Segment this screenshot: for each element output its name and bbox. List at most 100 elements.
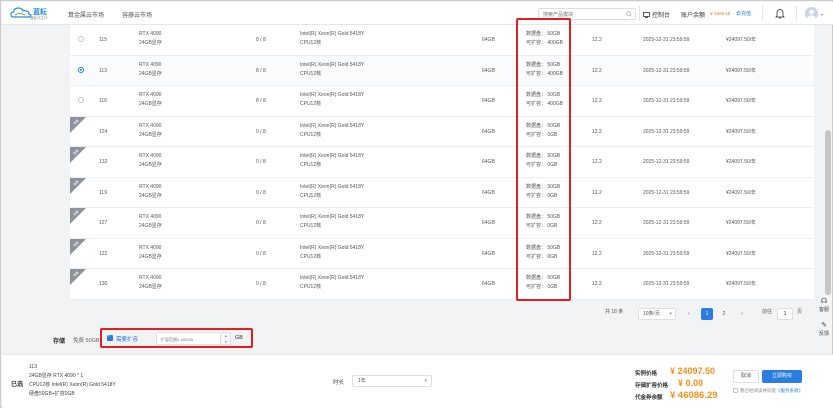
- row-radio[interactable]: [78, 97, 84, 103]
- expire-time: 2025-12-31 23:59:59: [643, 189, 690, 196]
- price: ¥24097.50/年: [726, 159, 757, 165]
- soldout-ribbon: 售罄: [70, 147, 86, 163]
- availability: 0 / 8: [256, 159, 266, 165]
- search-box[interactable]: [538, 8, 636, 20]
- nav-bare-metal[interactable]: 算金属云市场: [68, 10, 104, 19]
- feedback-label: 反馈: [818, 331, 829, 337]
- expire-time: 2025-12-31 23:59:59: [643, 128, 690, 135]
- price: ¥24097.50/年: [726, 37, 757, 43]
- storage-label: 存储: [53, 339, 66, 345]
- row-radio[interactable]: [78, 36, 84, 42]
- availability: 0 / 8: [256, 128, 266, 135]
- page-1-button[interactable]: 1: [701, 308, 713, 320]
- data-disk: 数据盘： 50GB: [526, 244, 561, 251]
- help-button[interactable]: ☊ 客服: [815, 297, 833, 313]
- selected-label: 已选: [11, 382, 24, 388]
- gpu-model: RTX 4090: [139, 122, 162, 129]
- gpu-memory: 24GB显存: [139, 192, 162, 199]
- stepper-down-icon[interactable]: ▼: [222, 339, 230, 345]
- cpu-model: Intel(R) Xeon(R) Gold 5418Y: [300, 183, 365, 190]
- agree-checkbox[interactable]: [733, 388, 738, 394]
- console-link[interactable]: 控制台: [643, 10, 670, 19]
- avatar[interactable]: [805, 7, 818, 20]
- gpu-memory: 24GB显存: [139, 101, 162, 107]
- gpu-model: RTX 4090: [139, 275, 162, 281]
- soldout-tag: 售罄: [72, 178, 80, 187]
- logo[interactable]: 蓝耘 蓝耘元生代: [10, 5, 54, 23]
- table-row[interactable]: 116 RTX 4090 24GB显存 8 / 8 Intel(R) Xeon(R) G…: [70, 86, 814, 117]
- next-page-button[interactable]: ›: [736, 308, 748, 320]
- storage-price-value: ¥ 0.00: [678, 378, 704, 388]
- expandable-disk: 可扩容： 0GB: [526, 253, 558, 260]
- instance-price-label: 实例价格: [635, 371, 658, 377]
- data-disk: 数据盘： 50GB: [526, 61, 561, 68]
- help-label: 客服: [818, 307, 829, 313]
- soldout-tag: 售罄: [72, 117, 80, 126]
- availability: 8 / 8: [256, 98, 266, 104]
- expire-time: 2025-12-31 23:59:59: [643, 281, 690, 287]
- row-id: 115: [99, 37, 107, 43]
- gpu-model: RTX 4090: [139, 183, 162, 190]
- user-avatar-icon: [807, 9, 816, 20]
- expire-time: 2025-12-31 23:59:59: [643, 37, 690, 43]
- gpu-memory: 24GB显存: [139, 223, 162, 229]
- bell-icon[interactable]: [775, 8, 785, 19]
- table-row: 售罄 124 RTX 4090 24GB显存 0 / 8 Intel(R) Xeon(R)…: [70, 116, 814, 147]
- nav-container[interactable]: 容器云市场: [122, 10, 152, 19]
- row-id: 113: [99, 67, 107, 74]
- memory-size: 64GB: [482, 250, 495, 257]
- jump-label: 前往: [762, 309, 773, 315]
- side-tools: ☊ 客服 ✎ 反馈: [815, 297, 833, 345]
- gpu-memory: 24GB显存: [139, 40, 162, 46]
- price: ¥24097.50/年: [726, 250, 757, 257]
- availability: 0 / 8: [256, 220, 266, 226]
- expandable-disk: 可扩容： 0GB: [526, 223, 558, 229]
- buy-now-button[interactable]: 立即购买: [762, 370, 802, 383]
- data-disk: 数据盘： 50GB: [526, 275, 561, 281]
- row-radio[interactable]: [78, 66, 84, 73]
- search-input[interactable]: [543, 10, 623, 19]
- chevron-down-icon[interactable]: ▾: [821, 12, 823, 17]
- duration-select[interactable]: 1年: [352, 375, 432, 387]
- cpu-cores: CPU12核: [300, 131, 322, 138]
- expand-checkbox[interactable]: [107, 333, 113, 341]
- cuda-version: 12.2: [592, 189, 602, 196]
- cuda-version: 12.2: [592, 37, 602, 43]
- cuda-version: 12.2: [592, 220, 602, 226]
- instance-table: 115 RTX 4090 24GB显存 8 / 8 Intel(R) Xeon(R) G…: [70, 25, 814, 300]
- soldout-tag: 售罄: [72, 239, 80, 248]
- storage-price-label: 存储扩容价格: [635, 383, 669, 389]
- table-row[interactable]: 115 RTX 4090 24GB显存 8 / 8 Intel(R) Xeon(R) G…: [70, 25, 814, 56]
- page-size-select[interactable]: 10条/页: [638, 308, 676, 320]
- selected-line: CPU12核 Intel(R) Xeon(R) Gold 5418Y: [29, 382, 116, 388]
- page-2-button[interactable]: 2: [718, 308, 730, 320]
- memory-size: 64GB: [482, 128, 495, 135]
- expand-size-input[interactable]: [161, 335, 217, 343]
- memory-size: 64GB: [482, 189, 495, 196]
- jump-page-input[interactable]: 1: [777, 308, 793, 320]
- cpu-model: Intel(R) Xeon(R) Gold 5418Y: [300, 61, 365, 68]
- prev-page-button[interactable]: ‹: [683, 308, 695, 320]
- terms-link[interactable]: 《服务条款》: [776, 388, 803, 393]
- storage-unit: GB: [235, 335, 243, 341]
- cuda-version: 12.2: [592, 250, 602, 257]
- cuda-version: 12.2: [592, 159, 602, 165]
- size-stepper[interactable]: ▲ ▼: [222, 332, 231, 345]
- expand-label[interactable]: 需要扩容: [116, 335, 138, 343]
- gpu-memory: 24GB显存: [139, 253, 162, 260]
- scrollbar-thumb[interactable]: [825, 130, 831, 295]
- soldout-ribbon: 售罄: [70, 269, 86, 285]
- search-icon[interactable]: [626, 11, 632, 17]
- availability: 8 / 8: [256, 67, 266, 74]
- expand-size-field[interactable]: [156, 332, 221, 345]
- table-row[interactable]: 113 RTX 4090 24GB显存 8 / 8 Intel(R) Xeon(R) G…: [70, 55, 814, 86]
- table-row: 售罄 127 RTX 4090 24GB显存 0 / 8 Intel(R) Xeon(R)…: [70, 208, 814, 239]
- row-id: 122: [99, 250, 108, 257]
- cancel-button[interactable]: 取消: [733, 370, 759, 383]
- gpu-model: RTX 4090: [139, 31, 162, 37]
- cpu-model: Intel(R) Xeon(R) Gold 5418Y: [300, 153, 365, 159]
- gpu-memory: 24GB显存: [139, 162, 162, 168]
- data-disk: 数据盘： 50GB: [526, 214, 561, 220]
- recharge-link[interactable]: 去充值: [736, 10, 751, 17]
- feedback-button[interactable]: ✎ 反馈: [815, 321, 833, 337]
